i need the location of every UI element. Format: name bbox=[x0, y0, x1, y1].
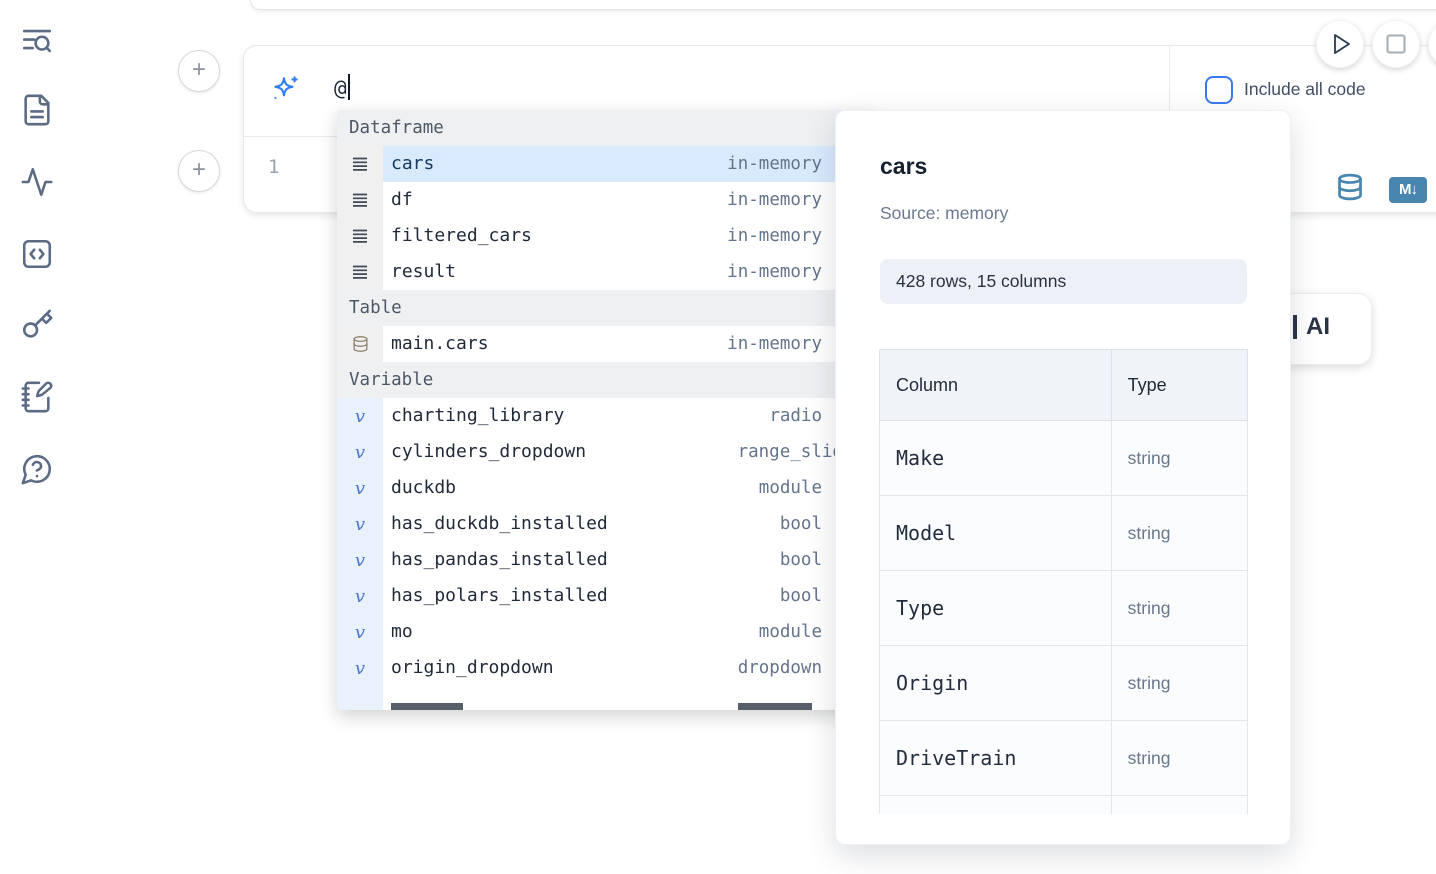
table-row-clipped bbox=[880, 796, 1248, 815]
autocomplete-item-charting-library[interactable]: v charting_libraryradio bbox=[337, 398, 877, 434]
notebook-pen-icon[interactable] bbox=[20, 380, 54, 414]
variable-icon bbox=[337, 686, 383, 710]
variable-icon: v bbox=[337, 614, 383, 650]
previous-cell-edge bbox=[250, 0, 1436, 10]
markdown-cell-icon[interactable]: M↓ bbox=[1389, 177, 1427, 203]
variable-icon: v bbox=[337, 542, 383, 578]
autocomplete-item-duckdb[interactable]: v duckdbmodule bbox=[337, 470, 877, 506]
sql-cell-icon[interactable] bbox=[1336, 171, 1364, 203]
autocomplete-item-result[interactable]: resultin-memory bbox=[337, 254, 877, 290]
section-header-variable: Variable bbox=[337, 362, 877, 398]
variable-icon: v bbox=[337, 434, 383, 470]
add-cell-above-button[interactable]: + bbox=[178, 50, 220, 92]
autocomplete-item-cars[interactable]: carsin-memory bbox=[337, 146, 877, 182]
autocomplete-item-filtered-cars[interactable]: filtered_carsin-memory bbox=[337, 218, 877, 254]
table-row: Model string bbox=[880, 496, 1248, 571]
include-all-code-checkbox[interactable] bbox=[1205, 76, 1233, 104]
marimo-notebook: @ Include all code 1 M↓ + + AI Dataframe… bbox=[0, 0, 1436, 874]
schema-table: Column Type Make string Model string Typ… bbox=[879, 349, 1248, 814]
ai-button-label: AI bbox=[1306, 313, 1330, 341]
ai-prompt-input[interactable]: @ bbox=[334, 74, 350, 100]
prompt-value: @ bbox=[334, 76, 347, 100]
mention-autocomplete: Dataframe carsin-memory dfin-memory filt… bbox=[337, 110, 877, 710]
add-cell-below-button[interactable]: + bbox=[178, 150, 220, 192]
table-row: Type string bbox=[880, 571, 1248, 646]
autocomplete-item-has-pandas-installed[interactable]: v has_pandas_installedbool bbox=[337, 542, 877, 578]
stop-button[interactable] bbox=[1372, 20, 1420, 68]
dataframe-icon bbox=[337, 254, 383, 290]
include-all-code-label: Include all code bbox=[1244, 79, 1366, 100]
column-header: Column bbox=[880, 350, 1112, 421]
autocomplete-item-cylinders-dropdown[interactable]: v cylinders_dropdownrange_slider bbox=[337, 434, 877, 470]
dataframe-icon bbox=[337, 182, 383, 218]
dataframe-preview-panel: cars Source: memory 428 rows, 15 columns… bbox=[835, 110, 1291, 845]
variable-icon: v bbox=[337, 578, 383, 614]
table-header-row: Column Type bbox=[880, 350, 1248, 421]
type-header: Type bbox=[1111, 350, 1247, 421]
variable-icon: v bbox=[337, 650, 383, 686]
dataframe-icon bbox=[337, 146, 383, 182]
autocomplete-item-main-cars[interactable]: main.carsin-memory bbox=[337, 326, 877, 362]
line-number: 1 bbox=[268, 156, 279, 178]
dataframe-icon bbox=[337, 218, 383, 254]
section-header-dataframe: Dataframe bbox=[337, 110, 877, 146]
variable-icon: v bbox=[337, 470, 383, 506]
database-icon bbox=[337, 326, 383, 362]
table-row: Origin string bbox=[880, 646, 1248, 721]
ai-sparkle-icon bbox=[268, 73, 302, 107]
preview-source: Source: memory bbox=[880, 203, 1008, 224]
file-text-icon[interactable] bbox=[20, 93, 54, 127]
table-row: Make string bbox=[880, 421, 1248, 496]
autocomplete-item-origin-dropdown[interactable]: v origin_dropdowndropdown bbox=[337, 650, 877, 686]
autocomplete-item-has-polars-installed[interactable]: v has_polars_installedbool bbox=[337, 578, 877, 614]
clipped-letter-fragment bbox=[1293, 315, 1297, 339]
autocomplete-item-mo[interactable]: v momodule bbox=[337, 614, 877, 650]
preview-title: cars bbox=[880, 153, 927, 180]
help-chat-icon[interactable] bbox=[20, 452, 54, 486]
autocomplete-item-df[interactable]: dfin-memory bbox=[337, 182, 877, 218]
autocomplete-item-clipped[interactable] bbox=[337, 686, 877, 710]
autocomplete-item-has-duckdb-installed[interactable]: v has_duckdb_installedbool bbox=[337, 506, 877, 542]
table-row: DriveTrain string bbox=[880, 721, 1248, 796]
activity-icon[interactable] bbox=[20, 165, 54, 199]
variable-icon: v bbox=[337, 398, 383, 434]
text-caret bbox=[348, 74, 350, 100]
section-header-table: Table bbox=[337, 290, 877, 326]
run-cell-button[interactable] bbox=[1316, 20, 1364, 68]
variable-icon: v bbox=[337, 506, 383, 542]
toc-search-icon[interactable] bbox=[20, 24, 54, 58]
code-snippets-icon[interactable] bbox=[20, 237, 54, 271]
shape-badge: 428 rows, 15 columns bbox=[880, 259, 1247, 304]
key-icon[interactable] bbox=[20, 308, 54, 342]
